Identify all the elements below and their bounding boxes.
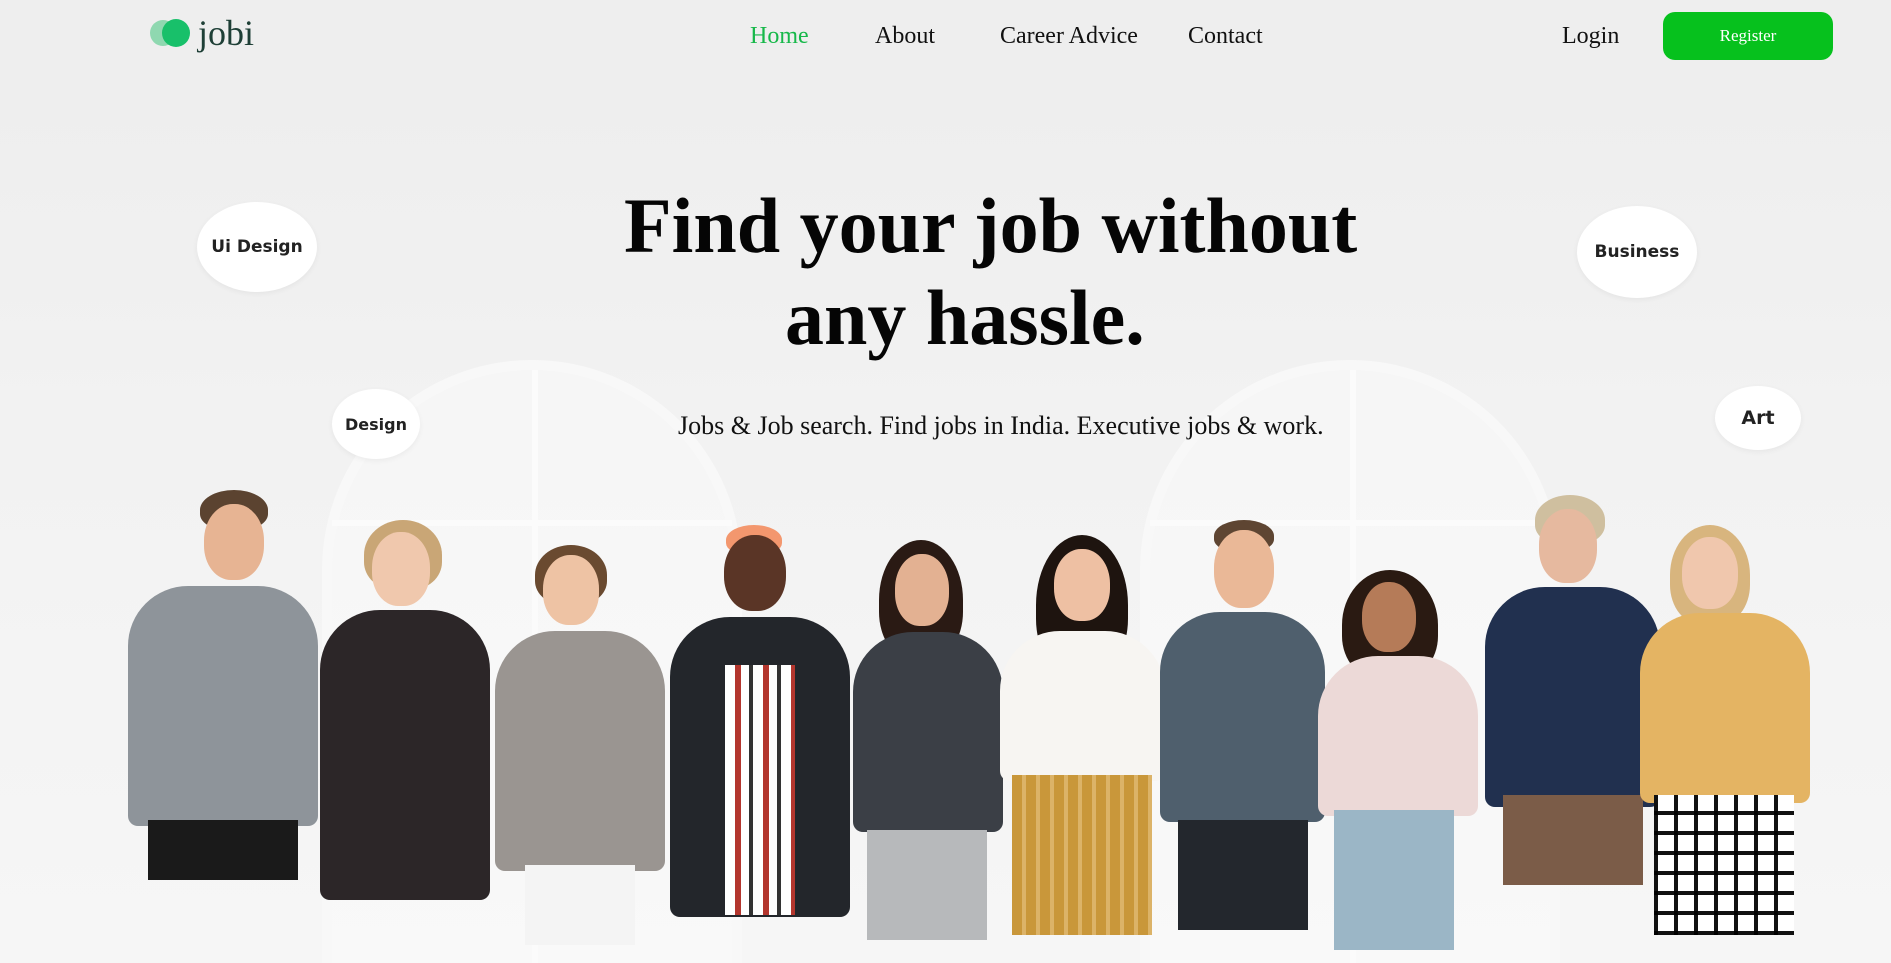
tag-ui-design: Ui Design: [197, 202, 317, 292]
login-link[interactable]: Login: [1562, 18, 1619, 54]
hero-subtitle: Jobs & Job search. Find jobs in India. E…: [678, 411, 1324, 440]
logo-text: jobi: [198, 13, 255, 53]
tag-business: Business: [1577, 206, 1697, 298]
hero-title-line-1: Find your job without: [624, 182, 1358, 269]
site-header: jobi Home About Career Advice Contact Lo…: [0, 0, 1891, 80]
nav-career-advice[interactable]: Career Advice: [1000, 18, 1138, 54]
nav-home[interactable]: Home: [750, 18, 809, 54]
nav-about[interactable]: About: [875, 18, 935, 54]
logo[interactable]: jobi: [148, 14, 254, 52]
logo-icon: [148, 16, 194, 50]
hero-title-line-2: any hassle.: [785, 274, 1145, 361]
nav-contact[interactable]: Contact: [1188, 18, 1263, 54]
tag-design: Design: [332, 389, 420, 459]
register-button[interactable]: Register: [1663, 12, 1833, 60]
hero-section: Ui Design Business Design Art Find your …: [0, 80, 1891, 963]
tag-art: Art: [1715, 386, 1801, 450]
